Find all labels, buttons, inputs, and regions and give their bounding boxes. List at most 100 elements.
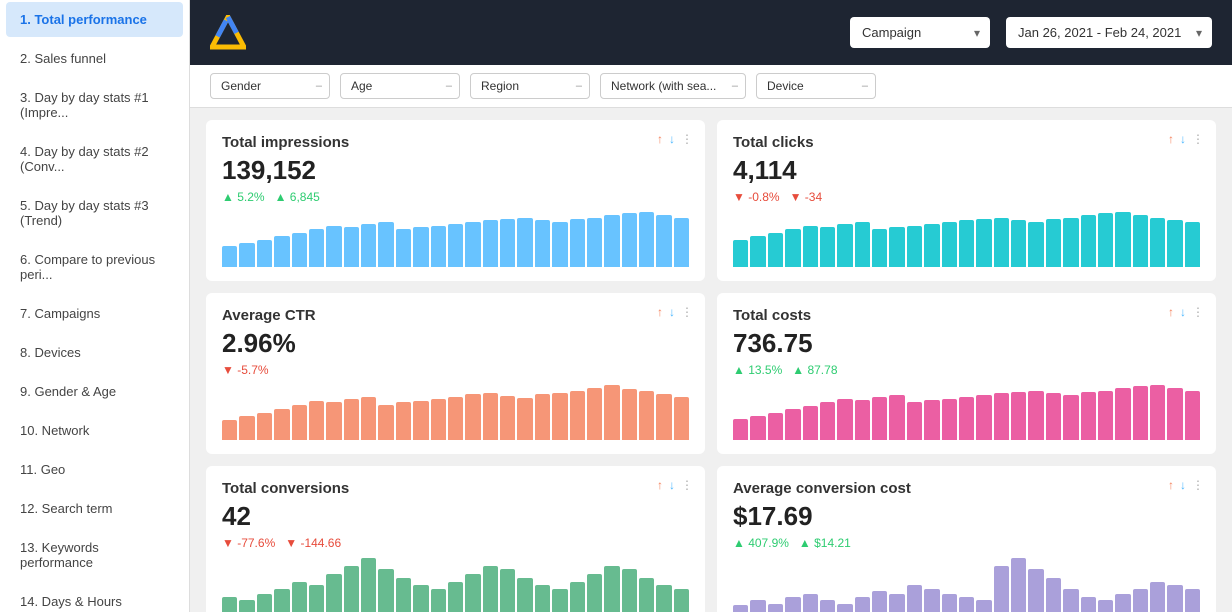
bar-3-0: [733, 419, 748, 440]
bar-3-20: [1081, 392, 1096, 440]
campaign-dropdown[interactable]: Campaign: [850, 17, 990, 48]
bar-0-7: [344, 227, 359, 267]
bar-0-25: [656, 215, 671, 267]
sidebar-item-3[interactable]: 3. Day by day stats #1 (Impre...: [6, 80, 183, 130]
metric-sort-icon-4-0[interactable]: ↑: [657, 478, 663, 492]
bar-1-8: [872, 229, 887, 267]
metric-sort-icon-0-1[interactable]: ↓: [669, 132, 675, 146]
metric-more-icon-5[interactable]: ⋮: [1192, 478, 1204, 492]
metric-sort-icon-0-0[interactable]: ↑: [657, 132, 663, 146]
metric-sort-icon-3-0[interactable]: ↑: [1168, 305, 1174, 319]
bar-4-22: [604, 566, 619, 612]
sidebar-item-6[interactable]: 6. Compare to previous peri...: [6, 242, 183, 292]
metric-more-icon-1[interactable]: ⋮: [1192, 132, 1204, 146]
bar-4-2: [257, 594, 272, 612]
metric-sort-icon-1-0[interactable]: ↑: [1168, 132, 1174, 146]
bar-5-25: [1167, 585, 1182, 612]
bar-0-21: [587, 218, 602, 268]
filter-dropdown-gender[interactable]: Gender: [210, 73, 330, 99]
sidebar-item-2[interactable]: 2. Sales funnel: [6, 41, 183, 76]
bar-0-15: [483, 220, 498, 267]
metric-sort-icon-4-1[interactable]: ↓: [669, 478, 675, 492]
bar-4-0: [222, 597, 237, 612]
bar-3-25: [1167, 388, 1182, 440]
metric-more-icon-3[interactable]: ⋮: [1192, 305, 1204, 319]
bar-1-5: [820, 227, 835, 267]
sidebar-item-11[interactable]: 11. Geo: [6, 452, 183, 487]
bar-3-10: [907, 402, 922, 440]
metric-change-1: ▼ -0.8%▼ -34: [733, 190, 1200, 204]
bar-5-20: [1081, 597, 1096, 612]
bar-0-23: [622, 213, 637, 267]
metric-value-1: 4,114: [733, 155, 1200, 186]
bar-2-1: [239, 416, 254, 440]
sidebar-item-4[interactable]: 4. Day by day stats #2 (Conv...: [6, 134, 183, 184]
bar-5-7: [855, 597, 870, 612]
sidebar-item-14[interactable]: 14. Days & Hours: [6, 584, 183, 612]
filter-dropdown-region[interactable]: Region: [470, 73, 590, 99]
sidebar-item-10[interactable]: 10. Network: [6, 413, 183, 448]
bar-2-20: [570, 391, 585, 441]
bar-4-12: [431, 589, 446, 612]
bar-3-15: [994, 393, 1009, 440]
bar-5-19: [1063, 589, 1078, 612]
metric-more-icon-2[interactable]: ⋮: [681, 305, 693, 319]
filter-wrapper-1: Age: [340, 73, 460, 99]
bar-2-12: [431, 399, 446, 440]
metric-change2-1: ▼ -34: [790, 190, 823, 204]
bar-4-19: [552, 589, 567, 612]
bar-2-14: [465, 394, 480, 440]
bar-1-13: [959, 220, 974, 267]
bar-3-7: [855, 400, 870, 440]
filter-dropdown-network-(with-sea...[interactable]: Network (with sea...: [600, 73, 746, 99]
metric-chart-2: [222, 385, 689, 440]
bar-0-4: [292, 233, 307, 267]
bar-5-24: [1150, 582, 1165, 612]
bar-1-6: [837, 224, 852, 267]
metric-title-0: Total impressions: [222, 134, 689, 151]
bar-1-19: [1063, 218, 1078, 268]
bar-3-13: [959, 397, 974, 440]
filter-dropdown-device[interactable]: Device: [756, 73, 876, 99]
metrics-area: ↑↓⋮Total impressions139,152▲ 5.2%▲ 6,845…: [190, 108, 1232, 612]
bar-1-11: [924, 224, 939, 267]
date-range-dropdown[interactable]: Jan 26, 2021 - Feb 24, 2021: [1006, 17, 1212, 48]
bar-4-24: [639, 578, 654, 612]
sidebar-item-9[interactable]: 9. Gender & Age: [6, 374, 183, 409]
sidebar-item-8[interactable]: 8. Devices: [6, 335, 183, 370]
sidebar-item-13[interactable]: 13. Keywords performance: [6, 530, 183, 580]
metric-chart-4: [222, 558, 689, 612]
bar-4-16: [500, 569, 515, 612]
metric-sort-icon-5-1[interactable]: ↓: [1180, 478, 1186, 492]
bar-0-17: [517, 218, 532, 268]
metric-sort-icon-3-1[interactable]: ↓: [1180, 305, 1186, 319]
sidebar-item-5[interactable]: 5. Day by day stats #3 (Trend): [6, 188, 183, 238]
metric-sort-icon-2-0[interactable]: ↑: [657, 305, 663, 319]
bar-2-19: [552, 393, 567, 440]
metric-card-4: ↑↓⋮Total conversions42▼ -77.6%▼ -144.66: [206, 466, 705, 612]
metric-card-2: ↑↓⋮Average CTR2.96%▼ -5.7%: [206, 293, 705, 454]
bar-1-22: [1115, 212, 1130, 267]
metric-sort-icon-2-1[interactable]: ↓: [669, 305, 675, 319]
bar-1-2: [768, 233, 783, 267]
bar-0-12: [431, 226, 446, 267]
bar-4-11: [413, 585, 428, 612]
sidebar-item-7[interactable]: 7. Campaigns: [6, 296, 183, 331]
sidebar-item-12[interactable]: 12. Search term: [6, 491, 183, 526]
bar-3-16: [1011, 392, 1026, 440]
bar-0-1: [239, 243, 254, 267]
bar-2-7: [344, 399, 359, 440]
metric-sort-icon-1-1[interactable]: ↓: [1180, 132, 1186, 146]
bar-2-8: [361, 397, 376, 440]
bar-3-22: [1115, 388, 1130, 440]
bar-3-3: [785, 409, 800, 440]
filter-dropdown-age[interactable]: Age: [340, 73, 460, 99]
bar-5-11: [924, 589, 939, 612]
metric-more-icon-4[interactable]: ⋮: [681, 478, 693, 492]
metric-change-0: ▲ 5.2%▲ 6,845: [222, 190, 689, 204]
bar-2-22: [604, 385, 619, 440]
metric-more-icon-0[interactable]: ⋮: [681, 132, 693, 146]
sidebar-item-1[interactable]: 1. Total performance: [6, 2, 183, 37]
bar-3-11: [924, 400, 939, 440]
metric-sort-icon-5-0[interactable]: ↑: [1168, 478, 1174, 492]
